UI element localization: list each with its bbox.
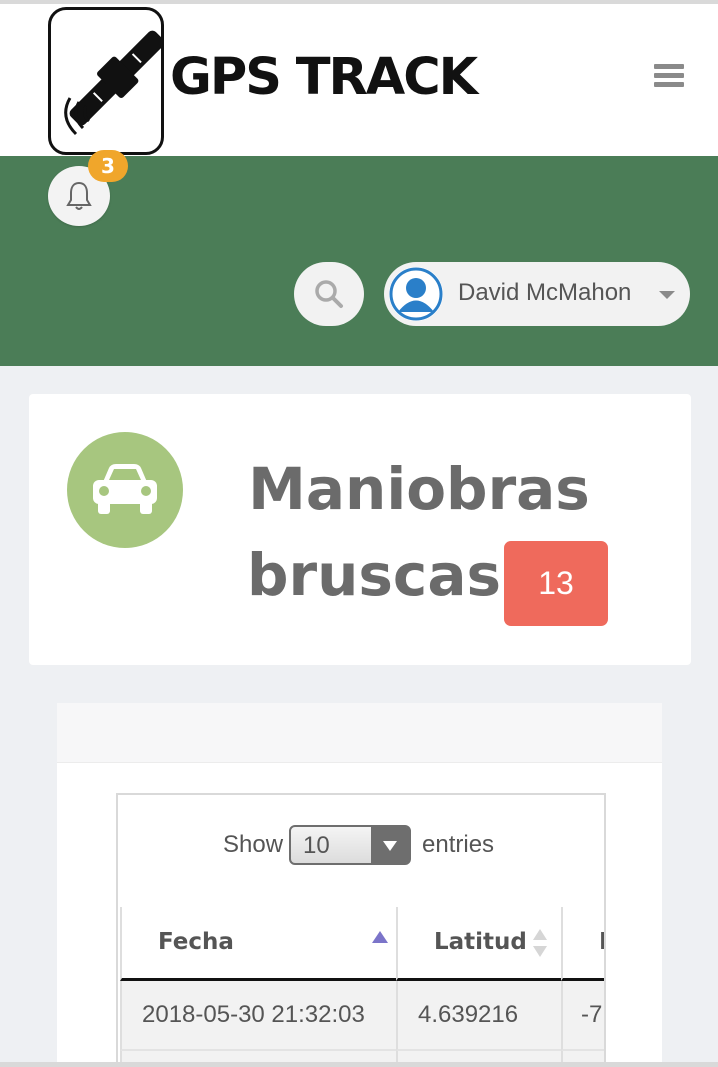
table-card: Show 10 entries Fecha Latitud L [57, 703, 662, 1065]
table-cell: -7 [561, 981, 604, 1051]
notification-count-badge: 3 [88, 150, 128, 182]
user-avatar-icon [389, 267, 443, 321]
logo-icon[interactable] [48, 7, 164, 155]
top-header: GPS TRACK [0, 4, 718, 156]
search-button[interactable] [294, 262, 364, 326]
search-icon [315, 280, 343, 308]
sort-both-icon [533, 929, 547, 957]
entries-suffix-label: entries [422, 831, 495, 858]
bell-icon [66, 181, 92, 210]
stat-title-line1: Maniobras [248, 455, 590, 523]
entries-show-label: Show [223, 831, 284, 858]
hamburger-menu-icon[interactable] [654, 64, 684, 90]
data-table: Show 10 entries Fecha Latitud L [116, 793, 606, 1065]
table-cell: 2018-05-30 21:32:03 [120, 981, 396, 1051]
table-card-header [57, 703, 662, 763]
column-header-label: Fecha [158, 929, 234, 955]
window-bottom-edge [0, 1062, 718, 1067]
column-header-longitud[interactable]: L [561, 907, 604, 981]
user-menu-dropdown[interactable]: David McMahon [384, 262, 690, 326]
app-title: GPS TRACK [170, 48, 478, 107]
chevron-down-icon [659, 291, 675, 299]
entries-length-control: Show 10 entries [118, 825, 604, 869]
car-icon [67, 432, 183, 548]
column-header-latitud[interactable]: Latitud [396, 907, 561, 981]
sort-ascending-icon [372, 931, 388, 943]
table-cell: 4.639216 [396, 981, 561, 1051]
top-toolbar: 3 David McMahon [0, 150, 718, 366]
chevron-down-icon [371, 827, 409, 863]
column-header-label: L [599, 929, 604, 955]
column-header-fecha[interactable]: Fecha [120, 907, 396, 981]
user-name: David McMahon [458, 279, 632, 306]
stat-count-badge: 13 [504, 541, 608, 626]
column-header-label: Latitud [434, 929, 527, 955]
entries-select[interactable]: 10 [289, 825, 411, 865]
cell-value: -7 [581, 1001, 603, 1028]
entries-select-value: 10 [303, 832, 330, 859]
cell-value: 2018-05-30 21:32:03 [142, 1001, 365, 1028]
cell-value: 4.639216 [418, 1001, 519, 1028]
stat-card: Maniobras bruscas 13 [29, 394, 691, 665]
